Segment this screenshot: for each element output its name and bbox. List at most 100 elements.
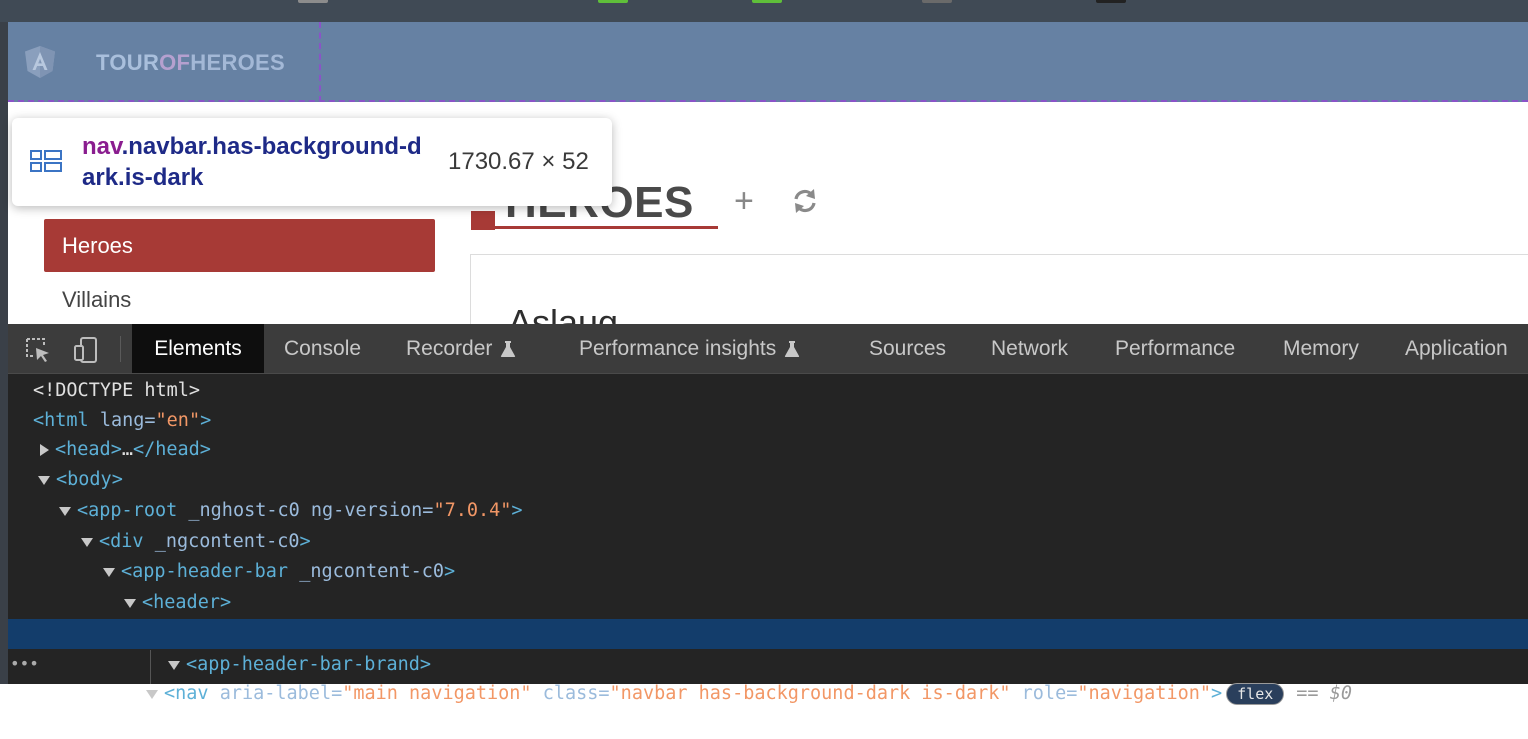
collapse-triangle-icon[interactable] — [38, 475, 50, 485]
dom-tag: > — [299, 531, 311, 552]
tab-chip — [598, 0, 628, 3]
toolbar-separator — [120, 336, 121, 362]
dom-attr: class= — [531, 683, 610, 704]
dom-node-nav-selected[interactable]: ••• <nav aria-label="main navigation" cl… — [8, 619, 1528, 705]
brand-text-tour: TOUR — [96, 50, 160, 75]
tab-network[interactable]: Network — [991, 324, 1068, 373]
angular-logo-icon — [25, 46, 55, 78]
selected-var: $0 — [1329, 683, 1352, 704]
tab-label: Recorder — [406, 337, 493, 360]
expand-triangle-icon[interactable] — [40, 444, 49, 456]
dom-tag: > — [200, 410, 212, 431]
tab-chip — [752, 0, 782, 3]
dom-node-app-header-bar-brand[interactable]: <app-header-bar-brand> — [168, 650, 431, 680]
tab-recorder[interactable]: Recorder — [406, 324, 516, 373]
dom-doctype: <!DOCTYPE html> — [33, 380, 201, 401]
tooltip-size: 1730.67 × 52 — [448, 148, 589, 175]
collapse-triangle-icon[interactable] — [81, 537, 93, 547]
dom-node-head[interactable]: <head>…</head> — [40, 435, 211, 465]
dom-attr-value: "main navigation" — [342, 683, 532, 704]
experiment-flask-icon — [501, 341, 516, 358]
dom-node-body[interactable]: <body> — [38, 465, 123, 495]
dom-tag: <nav — [164, 683, 209, 704]
dom-tag: <body> — [56, 469, 123, 490]
dom-tag: <app-header-bar-brand> — [186, 654, 432, 675]
dom-tag: <header> — [142, 592, 232, 613]
hero-card-name: Aslaug — [508, 302, 619, 324]
collapse-triangle-icon[interactable] — [168, 660, 180, 670]
dom-attr: lang= — [88, 410, 156, 431]
inspect-tooltip: nav.navbar.has-background-dark.is-dark 1… — [12, 118, 612, 206]
device-toolbar-icon[interactable] — [72, 336, 100, 364]
experiment-flask-icon — [785, 341, 800, 358]
dom-node-div[interactable]: <div _ngcontent-c0> — [81, 527, 311, 557]
title-accent — [471, 211, 495, 230]
dom-attr-value: "7.0.4" — [433, 500, 512, 521]
dom-tag: <app-root — [77, 500, 178, 521]
dom-tag: <head> — [55, 439, 122, 460]
collapse-triangle-icon[interactable] — [103, 567, 115, 577]
dom-collapsed-ellipsis: … — [121, 439, 133, 460]
tab-application[interactable]: Application — [1405, 324, 1508, 373]
tab-chip — [298, 0, 328, 3]
brand-text-of: OF — [159, 50, 191, 75]
dom-tag: </head> — [132, 439, 211, 460]
tab-elements[interactable]: Elements — [132, 324, 264, 373]
dom-node-html[interactable]: <html lang="en"> — [33, 406, 211, 436]
dom-tag: <html — [33, 410, 89, 431]
indent-guide — [150, 650, 151, 684]
tooltip-selector: nav.navbar.has-background-dark.is-dark — [82, 131, 432, 193]
devtools-tabbar: Elements Console Recorder Performance in… — [8, 324, 1528, 374]
dom-attr: _ngcontent-c0 — [143, 531, 300, 552]
dom-node-header[interactable]: <header> — [124, 588, 231, 618]
tab-chip — [1096, 0, 1126, 3]
flex-layout-icon — [30, 150, 62, 172]
dom-attr: _ngcontent-c0 — [288, 561, 445, 582]
dom-node-app-header-bar[interactable]: <app-header-bar _ngcontent-c0> — [103, 557, 455, 587]
dom-tag: <app-header-bar — [121, 561, 289, 582]
sidebar-item-villains[interactable]: Villains — [62, 287, 131, 313]
hero-card — [470, 254, 1528, 324]
sidebar-item-label: Heroes — [62, 233, 133, 258]
dom-tag: > — [511, 500, 523, 521]
navbar: TOUROFHEROES — [8, 22, 1528, 102]
selected-marker: == — [1296, 683, 1319, 704]
brand-text-heroes: HEROES — [190, 50, 286, 75]
dom-attr: aria-label= — [208, 683, 343, 704]
dom-node-app-root[interactable]: <app-root _nghost-c0 ng-version="7.0.4"> — [59, 496, 523, 526]
dom-tag: > — [444, 561, 456, 582]
dom-attr-value: "navbar has-background-dark is-dark" — [609, 683, 1011, 704]
collapse-triangle-icon[interactable] — [146, 689, 158, 699]
collapse-triangle-icon[interactable] — [124, 598, 136, 608]
page-left-edge — [0, 22, 8, 324]
tab-performance-insights[interactable]: Performance insights — [579, 324, 800, 373]
dom-attr-value: "navigation" — [1077, 683, 1211, 704]
brand-title: TOUROFHEROES — [96, 50, 285, 76]
tab-memory[interactable]: Memory — [1283, 324, 1359, 373]
dom-tag: > — [1211, 683, 1223, 704]
dom-attr: role= — [1010, 683, 1078, 704]
navbar-brand[interactable]: TOUROFHEROES — [8, 22, 321, 102]
refresh-icon[interactable] — [790, 186, 820, 216]
tooltip-tag: nav — [82, 133, 122, 160]
dom-attr-value: "en" — [155, 410, 201, 431]
tab-performance[interactable]: Performance — [1115, 324, 1235, 373]
inspect-element-icon[interactable] — [24, 336, 52, 364]
tab-chip — [922, 0, 952, 3]
flex-badge[interactable]: flex — [1226, 683, 1285, 705]
plus-icon[interactable]: + — [734, 184, 754, 218]
browser-top-strip — [0, 0, 1528, 22]
row-actions-dots[interactable]: ••• — [10, 649, 39, 679]
tab-sources[interactable]: Sources — [869, 324, 946, 373]
dom-node-doctype[interactable]: <!DOCTYPE html> — [33, 376, 200, 406]
dom-tag: <div — [99, 531, 144, 552]
dom-attr: _nghost-c0 ng-version= — [177, 500, 434, 521]
tab-label: Performance insights — [579, 337, 777, 360]
tooltip-classes: .navbar.has-background-dark.is-dark — [82, 133, 422, 191]
devtools-left-edge — [0, 324, 8, 684]
sidebar-item-heroes[interactable]: Heroes — [44, 219, 435, 272]
tab-console[interactable]: Console — [284, 324, 361, 373]
devtools-panel: Elements Console Recorder Performance in… — [0, 324, 1528, 705]
collapse-triangle-icon[interactable] — [59, 506, 71, 516]
dom-tree: <!DOCTYPE html> <html lang="en"> <head>…… — [8, 374, 1528, 705]
